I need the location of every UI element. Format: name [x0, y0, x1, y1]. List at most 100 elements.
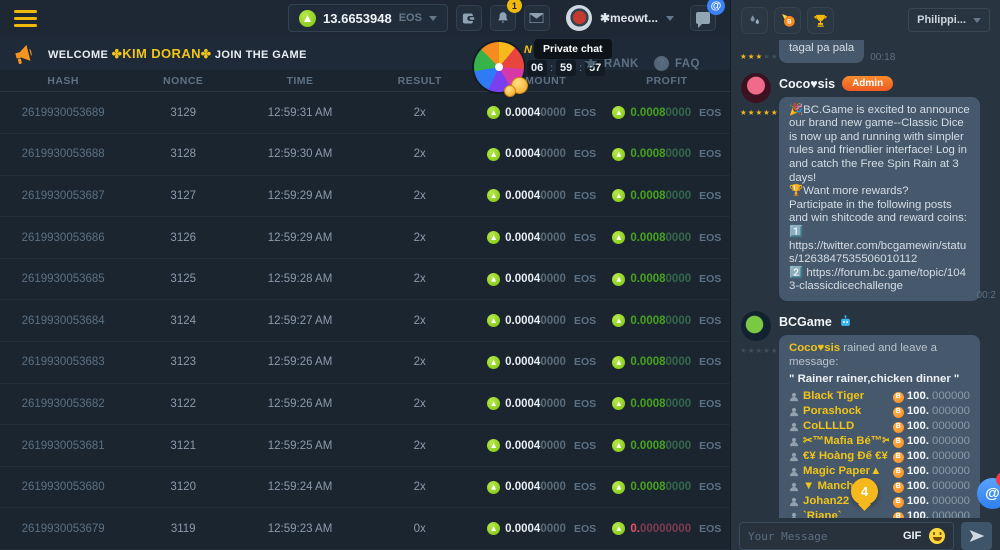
- eos-coin-icon: [612, 356, 625, 369]
- cell-nonce: 3125: [126, 273, 240, 285]
- cell-amount: 0.00040000 EOS: [480, 356, 604, 369]
- table-row[interactable]: 2619930053687 3127 12:59:29 AM 2x 0.0004…: [0, 176, 730, 218]
- eos-coin-icon: [487, 231, 500, 244]
- announcement-text: 🎉BC.Game is excited to announce our bran…: [779, 97, 980, 301]
- eos-coin-icon: [612, 231, 625, 244]
- hidden-text-fragment: N: [524, 44, 532, 56]
- recipient-name[interactable]: Porashock: [803, 405, 889, 419]
- cell-nonce: 3128: [126, 148, 240, 160]
- person-icon: [789, 437, 799, 447]
- recipient-name[interactable]: €¥ Hoàng Đế €¥: [803, 450, 889, 464]
- cell-nonce: 3122: [126, 398, 240, 410]
- table-row[interactable]: 2619930053689 3129 12:59:31 AM 2x 0.0004…: [0, 92, 730, 134]
- mail-icon: [529, 12, 544, 24]
- balance-selector[interactable]: 13.6653948 EOS: [288, 4, 448, 32]
- cell-hash: 2619930053684: [0, 315, 126, 327]
- fireball-button[interactable]: B: [774, 7, 801, 34]
- emoji-icon[interactable]: [929, 528, 945, 544]
- hamburger-menu-icon[interactable]: [14, 10, 37, 27]
- eos-coin-icon: [487, 481, 500, 494]
- cell-nonce: 3126: [126, 232, 240, 244]
- recipient-name[interactable]: ✂™Mafia Bé™✂: [803, 435, 889, 449]
- mention-at-badge: @: [707, 0, 725, 15]
- notification-badge: 1: [507, 0, 522, 13]
- user-avatar[interactable]: [566, 5, 592, 31]
- faq-button[interactable]: ? FAQ: [654, 56, 700, 71]
- eos-coin-icon: [487, 273, 500, 286]
- table-row[interactable]: 2619930053681 3121 12:59:25 AM 2x 0.0004…: [0, 425, 730, 467]
- cell-result: 2x: [360, 356, 480, 368]
- rank-label: RANK: [604, 58, 639, 70]
- table-row[interactable]: 2619930053679 3119 12:59:23 AM 0x 0.0004…: [0, 508, 730, 550]
- mail-button[interactable]: [524, 5, 550, 31]
- prize-wheel[interactable]: [474, 42, 524, 92]
- mention-button[interactable]: @ 1: [977, 478, 1000, 509]
- recipient-amount: 100.: [907, 435, 929, 449]
- wallet-button[interactable]: [456, 5, 482, 31]
- cell-result: 2x: [360, 481, 480, 493]
- top-bar: 13.6653948 EOS 1: [0, 0, 730, 37]
- cell-nonce: 3121: [126, 440, 240, 452]
- chat-top-bar: B Philippi...: [731, 0, 1000, 40]
- eos-coin-icon: [487, 439, 500, 452]
- message-input[interactable]: [748, 530, 895, 543]
- table-row[interactable]: 2619930053682 3122 12:59:26 AM 2x 0.0004…: [0, 384, 730, 426]
- recipient-name[interactable]: `Riane`: [803, 510, 889, 518]
- send-button[interactable]: [961, 522, 992, 550]
- cell-profit: 0.00080000 EOS: [604, 189, 730, 202]
- recipient-name[interactable]: CoLLLLD: [803, 420, 889, 434]
- recipient-name[interactable]: Black Tiger: [803, 390, 889, 404]
- rain-bubble: Coco♥sis rained and leave a message: " R…: [779, 335, 980, 518]
- avatar[interactable]: [741, 73, 771, 103]
- bets-table-body: 2619930053689 3129 12:59:31 AM 2x 0.0004…: [0, 92, 730, 550]
- table-row[interactable]: 2619930053685 3125 12:59:28 AM 2x 0.0004…: [0, 259, 730, 301]
- chat-message-admin: ★★★★★ Coco♥sis Admin 🎉BC.Game is excited…: [739, 73, 992, 301]
- table-row[interactable]: 2619930053684 3124 12:59:27 AM 2x 0.0004…: [0, 300, 730, 342]
- language-value: Philippi...: [917, 14, 966, 26]
- chevron-down-icon[interactable]: [666, 16, 674, 21]
- rain-recipient-row: €¥ Hoàng Đế €¥ B 100.000000: [789, 450, 970, 465]
- user-rating: ★★★★★: [740, 52, 779, 61]
- coin-icon: B: [893, 452, 904, 463]
- eos-coin-icon: [612, 522, 625, 535]
- table-row[interactable]: 2619930053688 3128 12:59:30 AM 2x 0.0004…: [0, 134, 730, 176]
- cell-nonce: 3120: [126, 481, 240, 493]
- table-row[interactable]: 2619930053680 3120 12:59:24 AM 2x 0.0004…: [0, 467, 730, 509]
- scroll-down-badge[interactable]: 4: [851, 478, 878, 505]
- contest-button[interactable]: [807, 7, 834, 34]
- coin-icon: B: [893, 392, 904, 403]
- recipient-amount: 100.: [907, 405, 929, 419]
- eos-coin-icon: [612, 439, 625, 452]
- user-rating: ★★★★★: [740, 108, 779, 117]
- rain-button[interactable]: [741, 7, 768, 34]
- eos-coin-icon: [487, 356, 500, 369]
- cell-hash: 2619930053680: [0, 481, 126, 493]
- bcgame-app: 13.6653948 EOS 1: [0, 0, 1000, 550]
- cell-result: 2x: [360, 273, 480, 285]
- welcome-username: KIM DORAN: [122, 46, 201, 61]
- cell-result: 2x: [360, 232, 480, 244]
- chat-toggle-button[interactable]: @: [690, 5, 716, 31]
- cell-time: 12:59:28 AM: [240, 273, 360, 285]
- cell-amount: 0.00040000 EOS: [480, 314, 604, 327]
- person-icon: [789, 407, 799, 417]
- username-label[interactable]: ✱meowt...: [600, 11, 658, 25]
- table-row[interactable]: 2619930053683 3123 12:59:26 AM 2x 0.0004…: [0, 342, 730, 384]
- notifications-button[interactable]: 1: [490, 5, 516, 31]
- message-author[interactable]: BCGame: [779, 315, 832, 329]
- table-row[interactable]: 2619930053686 3126 12:59:29 AM 2x 0.0004…: [0, 217, 730, 259]
- cell-amount: 0.00040000 EOS: [480, 439, 604, 452]
- cell-profit: 0.00080000 EOS: [604, 273, 730, 286]
- recipient-name[interactable]: Magic Paper▲: [803, 465, 889, 479]
- message-author[interactable]: Coco♥sis: [779, 77, 835, 91]
- chat-language-select[interactable]: Philippi...: [908, 8, 990, 32]
- recipient-amount: 100.: [907, 510, 929, 518]
- cell-hash: 2619930053689: [0, 107, 126, 119]
- eos-coin-icon: [487, 314, 500, 327]
- recipient-amount: 100.: [907, 420, 929, 434]
- person-icon: [789, 497, 799, 507]
- rain-drops-icon: [748, 13, 762, 27]
- gif-button[interactable]: GIF: [903, 530, 921, 542]
- avatar[interactable]: [741, 311, 771, 341]
- chat-panel: B Philippi... ★★★★★: [730, 0, 1000, 550]
